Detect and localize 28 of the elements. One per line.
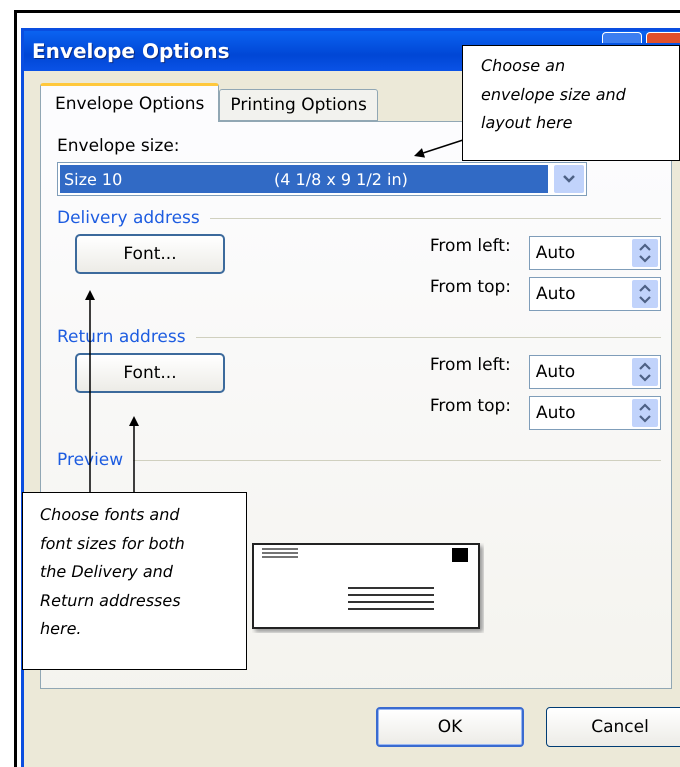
field-label: From left: [430,355,511,375]
field-label: From top: [430,396,511,416]
spin-arrows-icon[interactable] [632,239,658,267]
close-button[interactable] [646,32,680,43]
field-label: From top: [430,277,511,297]
spin-arrows-icon[interactable] [632,280,658,308]
envelope-size-dropdown[interactable]: Size 10 (4 1/8 x 9 1/2 in) [57,162,587,196]
spin-field[interactable]: Auto [529,396,661,430]
dialog-button[interactable]: Cancel [546,707,680,747]
spin-arrows-icon[interactable] [632,358,658,386]
spin-field[interactable]: Auto [528,236,661,270]
field-label: From left: [430,236,511,256]
dialog-button[interactable]: OK [376,707,524,747]
spin-arrows-icon[interactable] [632,399,658,427]
tab[interactable]: Printing Options [219,89,378,121]
arrow [414,139,464,158]
callout-note: Choose fonts and font sizes for both the Delivery and Return addresses here. [22,492,247,670]
font-button[interactable]: Font... [75,353,225,393]
help-button[interactable] [602,32,642,43]
window-title: Envelope Options [32,39,230,63]
chevron-down-icon[interactable] [554,165,584,193]
field-label: Envelope size: [57,136,180,156]
tab[interactable]: Envelope Options [40,83,220,122]
section-heading: Delivery address [57,208,200,228]
spin-field[interactable]: Auto [529,277,661,311]
callout-note: Choose an envelope size and layout here [462,45,680,161]
font-button[interactable]: Font... [75,234,225,274]
spin-field[interactable]: Auto [528,355,661,389]
